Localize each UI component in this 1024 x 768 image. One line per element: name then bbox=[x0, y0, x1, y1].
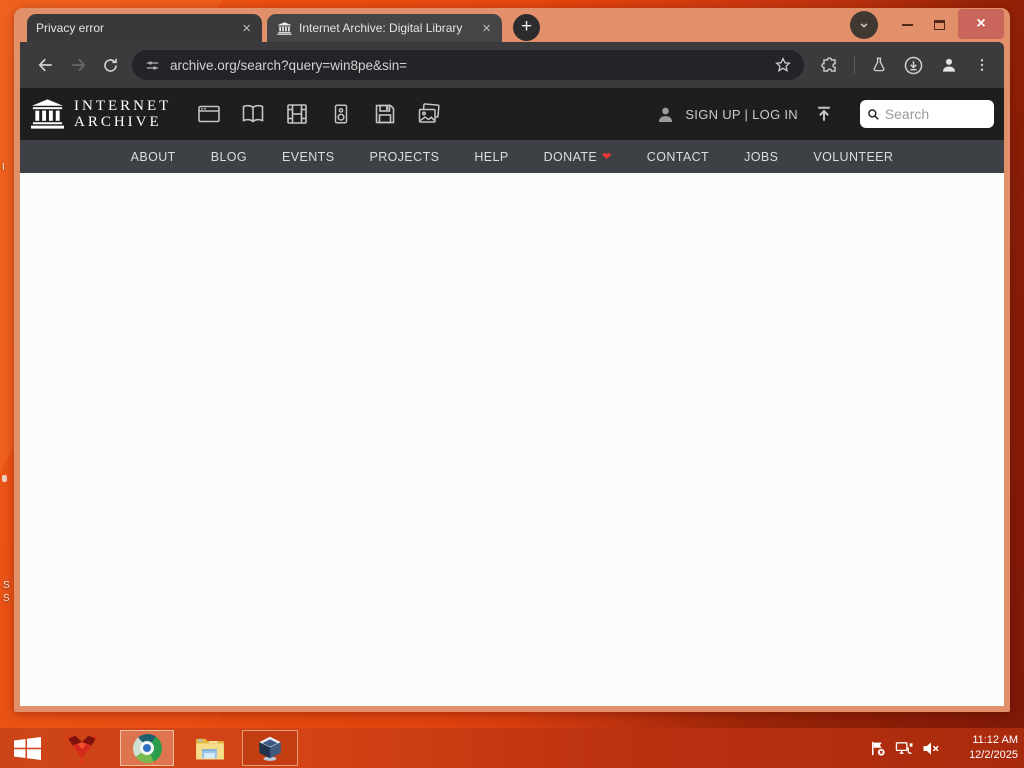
maximize-button[interactable] bbox=[926, 12, 952, 38]
desktop-icon-label-fragment: S bbox=[3, 580, 10, 591]
images-icon[interactable] bbox=[415, 101, 443, 127]
ia-search-box[interactable] bbox=[860, 100, 994, 128]
signup-login-link[interactable]: SIGN UP | LOG IN bbox=[685, 107, 798, 122]
browser-toolbar: archive.org/search?query=win8pe&sin= bbox=[20, 42, 1004, 88]
nav-item-events[interactable]: EVENTS bbox=[282, 150, 334, 164]
upload-icon[interactable] bbox=[812, 102, 836, 126]
desktop-icon-label-fragment: S bbox=[3, 593, 10, 604]
ia-nav: ABOUT BLOG EVENTS PROJECTS HELP DONATE ❤… bbox=[20, 140, 1004, 173]
new-tab-button[interactable]: + bbox=[513, 14, 540, 41]
extensions-icon[interactable] bbox=[820, 56, 839, 75]
forward-arrow-icon bbox=[72, 58, 86, 72]
nav-item-help[interactable]: HELP bbox=[474, 150, 508, 164]
tab-privacy-error[interactable]: Privacy error × bbox=[27, 14, 262, 42]
reload-button[interactable] bbox=[94, 49, 126, 81]
volume-muted-icon[interactable] bbox=[922, 739, 940, 757]
taskbar: 11:12 AM 12/2/2025 bbox=[0, 728, 1024, 768]
window-controls: × bbox=[850, 8, 1004, 42]
url-text[interactable]: archive.org/search?query=win8pe&sin= bbox=[170, 58, 765, 73]
maximize-icon bbox=[933, 20, 945, 30]
tab-internet-archive[interactable]: Internet Archive: Digital Library × bbox=[267, 14, 502, 42]
toolbar-separator bbox=[854, 56, 855, 74]
action-center-flag-icon[interactable] bbox=[868, 739, 886, 757]
address-bar[interactable]: archive.org/search?query=win8pe&sin= bbox=[132, 50, 804, 80]
virtualbox-taskbar-button[interactable] bbox=[242, 730, 298, 766]
file-explorer-taskbar-button[interactable] bbox=[188, 730, 232, 766]
ia-logo[interactable]: INTERNET ARCHIVE bbox=[30, 98, 171, 130]
close-window-button[interactable]: × bbox=[958, 9, 1004, 39]
taskbar-clock[interactable]: 11:12 AM 12/2/2025 bbox=[954, 733, 1018, 763]
file-explorer-icon bbox=[196, 738, 224, 760]
downloads-icon[interactable] bbox=[903, 55, 924, 76]
heart-icon: ❤ bbox=[602, 151, 612, 163]
audio-icon[interactable] bbox=[327, 101, 355, 127]
desktop-icon-fragment bbox=[2, 475, 7, 482]
start-button[interactable] bbox=[8, 730, 46, 766]
user-icon bbox=[659, 107, 673, 122]
nav-item-label: DONATE bbox=[543, 149, 598, 164]
desktop: I S S Privacy error × Internet Archive: … bbox=[0, 0, 1024, 768]
menu-dots-icon[interactable] bbox=[974, 57, 990, 73]
minimize-button[interactable] bbox=[894, 12, 920, 38]
tab-title: Privacy error bbox=[36, 21, 105, 35]
chrome-icon bbox=[132, 733, 162, 763]
software-icon[interactable] bbox=[371, 101, 399, 127]
internet-archive-favicon bbox=[276, 20, 292, 36]
media-type-icons bbox=[195, 101, 443, 127]
windows-logo-icon bbox=[13, 736, 41, 760]
nav-item-donate[interactable]: DONATE ❤ bbox=[544, 150, 612, 164]
desktop-icon-label-fragment: I bbox=[2, 162, 5, 173]
ia-header: INTERNET ARCHIVE SIGN UP | LOG IN Search bbox=[20, 88, 1004, 140]
nav-item-blog[interactable]: BLOG bbox=[211, 150, 247, 164]
toolbar-actions bbox=[820, 55, 994, 76]
nav-item-jobs[interactable]: JOBS bbox=[744, 150, 778, 164]
tab-close-icon[interactable]: × bbox=[240, 21, 253, 36]
video-icon[interactable] bbox=[283, 101, 311, 127]
back-arrow-icon bbox=[38, 58, 52, 72]
nav-item-about[interactable]: ABOUT bbox=[131, 150, 176, 164]
texts-icon[interactable] bbox=[239, 101, 267, 127]
reload-icon bbox=[103, 58, 117, 72]
red-app-taskbar-button[interactable] bbox=[62, 730, 102, 766]
minimize-icon bbox=[901, 24, 913, 26]
nav-item-contact[interactable]: CONTACT bbox=[647, 150, 709, 164]
ia-logo-text: INTERNET ARCHIVE bbox=[74, 97, 172, 130]
profile-icon[interactable] bbox=[939, 55, 959, 75]
tab-strip: Privacy error × Internet Archive: Digita… bbox=[20, 8, 1004, 42]
nav-item-volunteer[interactable]: VOLUNTEER bbox=[813, 150, 893, 164]
tab-close-icon[interactable]: × bbox=[480, 21, 493, 36]
chrome-taskbar-button-active[interactable] bbox=[120, 730, 174, 766]
tab-search-button[interactable] bbox=[850, 11, 878, 39]
red-faceted-app-icon bbox=[67, 735, 97, 763]
ia-account-area: SIGN UP | LOG IN bbox=[655, 100, 994, 128]
virtualbox-icon bbox=[259, 736, 281, 761]
clock-time: 11:12 AM bbox=[972, 734, 1018, 747]
forward-button[interactable] bbox=[62, 49, 94, 81]
site-info-icon bbox=[146, 60, 159, 70]
search-icon bbox=[868, 108, 879, 120]
clock-date: 12/2/2025 bbox=[969, 749, 1018, 761]
system-tray: 11:12 AM 12/2/2025 bbox=[868, 733, 1018, 763]
nav-item-projects[interactable]: PROJECTS bbox=[369, 150, 439, 164]
tab-title: Internet Archive: Digital Library bbox=[299, 21, 463, 35]
chevron-down-icon bbox=[860, 23, 868, 28]
labs-flask-icon[interactable] bbox=[870, 56, 888, 74]
ia-building-icon bbox=[30, 99, 65, 129]
web-icon[interactable] bbox=[195, 101, 223, 127]
page-content bbox=[20, 173, 1004, 706]
back-button[interactable] bbox=[30, 49, 62, 81]
network-icon[interactable] bbox=[895, 739, 913, 757]
ia-search-input[interactable] bbox=[884, 106, 987, 122]
browser-window: Privacy error × Internet Archive: Digita… bbox=[14, 8, 1010, 712]
bookmark-star-icon[interactable] bbox=[774, 56, 792, 74]
